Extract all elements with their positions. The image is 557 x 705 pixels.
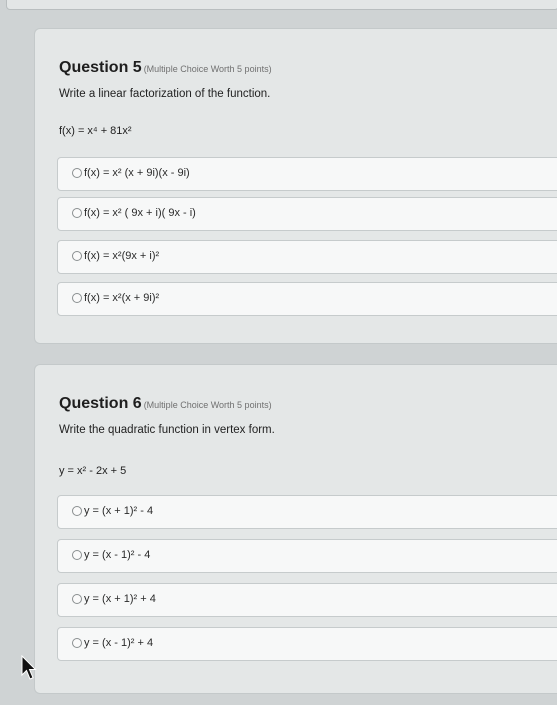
radio-button[interactable] [72,506,82,516]
question-6-title: Question 6 [59,395,142,412]
radio-button[interactable] [72,594,82,604]
option-label: f(x) = x²(x + 9i)² [84,292,160,304]
previous-question-card [6,0,557,10]
question-5-heading: Question 5 (Multiple Choice Worth 5 point… [59,59,272,77]
question-6-option-a[interactable]: y = (x + 1)² - 4 [57,495,557,529]
question-5-option-a[interactable]: f(x) = x² (x + 9i)(x - 9i) [57,157,557,191]
radio-button[interactable] [72,550,82,560]
radio-button[interactable] [72,208,82,218]
question-6-worth: (Multiple Choice Worth 5 points) [143,400,272,410]
question-6-heading: Question 6 (Multiple Choice Worth 5 point… [59,395,272,413]
option-label: y = (x + 1)² - 4 [84,505,154,517]
question-6-option-b[interactable]: y = (x - 1)² - 4 [57,539,557,573]
option-label: f(x) = x² (x + 9i)(x - 9i) [84,167,190,179]
question-5-option-d[interactable]: f(x) = x²(x + 9i)² [57,282,557,316]
question-5-title: Question 5 [59,59,142,76]
question-6-option-d[interactable]: y = (x - 1)² + 4 [57,627,557,661]
question-5-worth: (Multiple Choice Worth 5 points) [143,64,272,74]
option-label: f(x) = x²(9x + i)² [84,250,160,262]
radio-button[interactable] [72,293,82,303]
radio-button[interactable] [72,638,82,648]
question-6-prompt: Write the quadratic function in vertex f… [59,424,275,436]
question-6-expression: y = x² - 2x + 5 [59,465,127,477]
question-5-option-c[interactable]: f(x) = x²(9x + i)² [57,240,557,274]
option-label: y = (x + 1)² + 4 [84,593,156,605]
option-label: y = (x - 1)² - 4 [84,549,151,561]
option-label: y = (x - 1)² + 4 [84,637,154,649]
question-6-option-c[interactable]: y = (x + 1)² + 4 [57,583,557,617]
radio-button[interactable] [72,168,82,178]
radio-button[interactable] [72,251,82,261]
question-5-expression: f(x) = x⁴ + 81x² [59,125,132,137]
mouse-pointer-icon [21,655,37,680]
option-label: f(x) = x² ( 9x + i)( 9x - i) [84,207,196,219]
question-5-option-b[interactable]: f(x) = x² ( 9x + i)( 9x - i) [57,197,557,231]
question-5-prompt: Write a linear factorization of the func… [59,88,271,100]
question-6-card: Question 6 (Multiple Choice Worth 5 point… [34,364,557,694]
question-5-card: Question 5 (Multiple Choice Worth 5 point… [34,28,557,344]
